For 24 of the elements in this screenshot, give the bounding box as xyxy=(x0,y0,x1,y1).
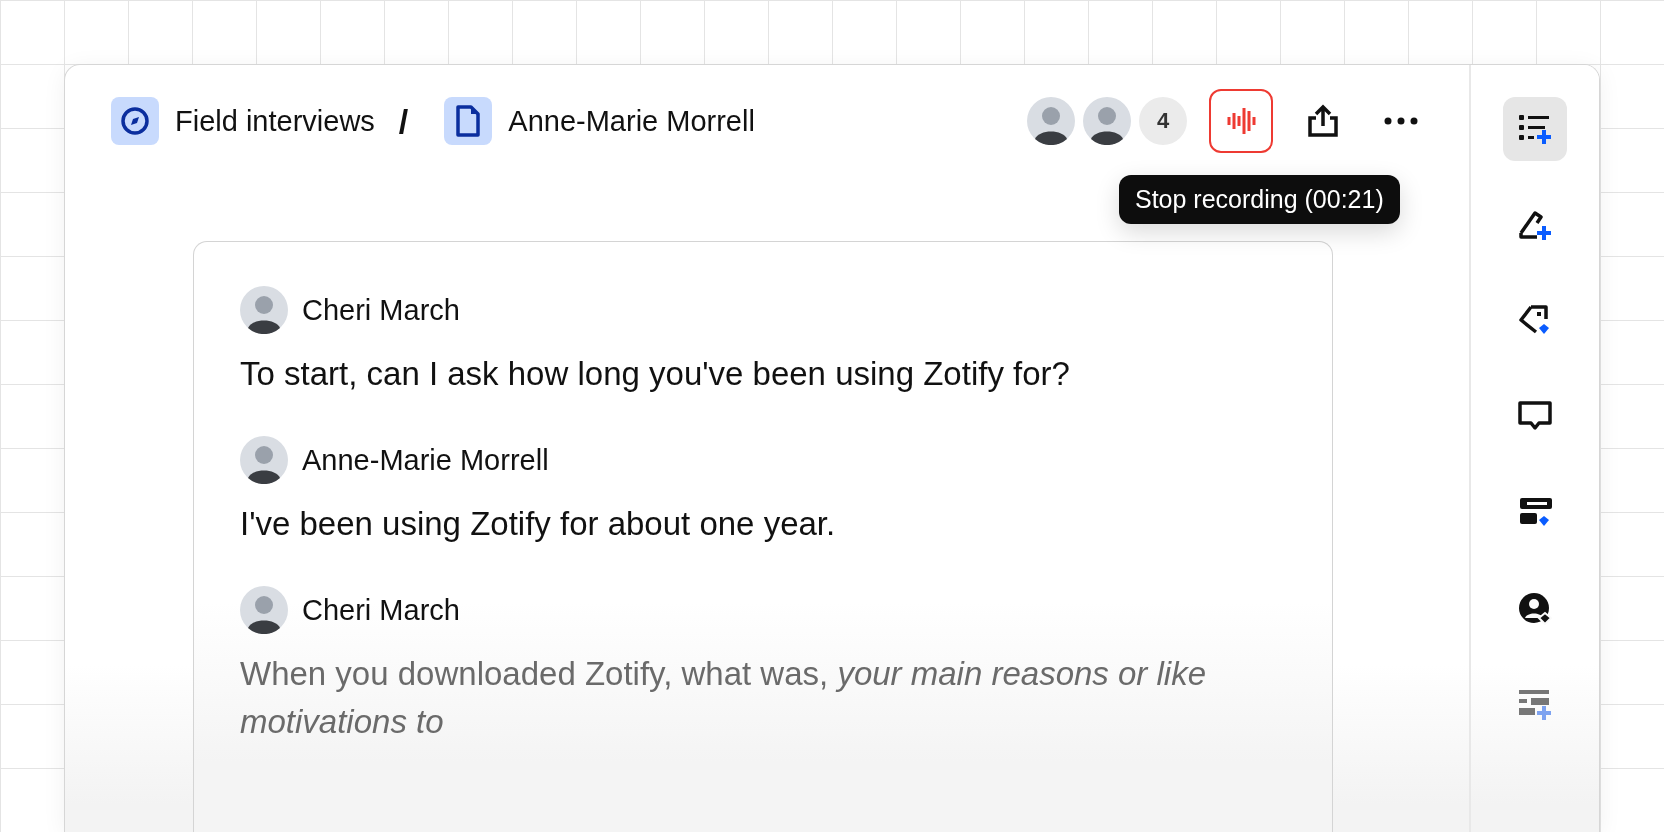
avatar-placeholder xyxy=(240,586,288,634)
document-icon xyxy=(444,97,493,145)
speaker-name: Cheri March xyxy=(302,293,460,327)
breadcrumb-separator: / xyxy=(398,101,409,141)
avatar-placeholder xyxy=(1027,97,1075,145)
record-button[interactable] xyxy=(1209,89,1273,153)
tooltip: Stop recording (00:21) xyxy=(1119,175,1400,224)
avatar-placeholder xyxy=(1083,97,1131,145)
avatar-placeholder xyxy=(240,286,288,334)
collaborator-count[interactable]: 4 xyxy=(1139,97,1187,145)
share-icon xyxy=(1306,104,1340,138)
summary-add-icon xyxy=(1517,687,1553,723)
transcript-text: When you downloaded Zotify, what was, your main reasons or like motivations to xyxy=(240,654,1208,742)
avatar-placeholder xyxy=(240,436,288,484)
speaker-name: Cheri March xyxy=(302,593,460,627)
waveform-icon xyxy=(1225,105,1257,137)
speaker-name: Anne-Marie Morrell xyxy=(302,443,549,477)
transcript-text: I've been using Zotify for about one year. xyxy=(240,504,837,544)
breadcrumb-item[interactable]: Field interviews xyxy=(175,104,375,138)
sidebar-button[interactable] xyxy=(1503,97,1567,161)
more-icon xyxy=(1384,117,1418,125)
breadcrumb-item[interactable]: Anne-Marie Morrell xyxy=(508,104,755,138)
compass-icon xyxy=(111,97,159,145)
transcript-text: To start, can I ask how long you've been using Zotify for? xyxy=(240,354,1071,394)
